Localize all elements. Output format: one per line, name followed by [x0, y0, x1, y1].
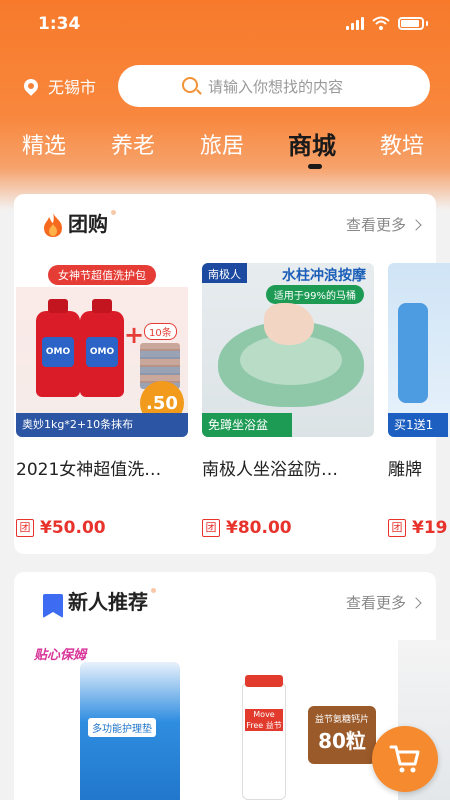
product-price: ¥50.00: [40, 518, 106, 538]
search-placeholder: 请输入你想找的内容: [208, 77, 344, 96]
new-user-product[interactable]: Move Free 益节 益节氨糖钙片 80粒: [238, 640, 398, 800]
product-image: 买1送1: [388, 263, 450, 437]
wifi-icon: [372, 16, 390, 30]
new-user-title: 新人推荐: [68, 586, 156, 615]
chevron-right-icon: [410, 596, 422, 609]
detergent-bottle: OMO: [36, 299, 80, 397]
group-badge: 团: [202, 519, 220, 537]
search-bar[interactable]: 请输入你想找的内容: [118, 65, 430, 107]
price-row: 团 ¥50.00: [16, 518, 188, 538]
tab-education[interactable]: 教培: [380, 128, 424, 160]
group-buy-more-link[interactable]: 查看更多: [345, 214, 422, 235]
chevron-right-icon: [410, 218, 422, 231]
product-price: ¥80.00: [226, 518, 292, 538]
battery-icon: [398, 16, 424, 30]
image-brand: 南极人: [202, 263, 247, 283]
tab-elderly-care[interactable]: 养老: [111, 128, 155, 160]
product-price: ¥19: [412, 518, 448, 538]
more-label: 查看更多: [345, 594, 406, 612]
jar-label: Move Free 益节: [245, 709, 283, 731]
image-banner: 女神节超值洗护包: [48, 265, 156, 285]
location-selector[interactable]: 无锡市: [21, 74, 97, 98]
price-row: 团 ¥80.00: [202, 518, 374, 538]
product-card[interactable]: 女神节超值洗护包 OMO OMO + 10条 .50 奥妙1kg*2+10条抹布…: [16, 263, 188, 538]
image-caption: 买1送1: [388, 413, 448, 437]
hand-illustration: [264, 303, 314, 345]
image-caption: 奥妙1kg*2+10条抹布: [16, 413, 188, 437]
tab-mall[interactable]: 商城: [288, 126, 336, 161]
detergent-bottle: OMO: [80, 299, 124, 397]
bookmark-icon: [43, 594, 63, 618]
new-user-product[interactable]: 贴心保姆 多功能护理垫: [34, 640, 180, 800]
brand-logo: 贴心保姆: [34, 648, 87, 663]
flame-icon: [44, 213, 62, 237]
image-headline: 水柱冲浪按摩: [282, 268, 366, 284]
product-image: 南极人 水柱冲浪按摩 适用于99%的马桶 免蹲坐浴盆: [202, 263, 374, 437]
product-name: 2021女神超值洗…: [16, 460, 162, 480]
group-buy-products: 女神节超值洗护包 OMO OMO + 10条 .50 奥妙1kg*2+10条抹布…: [16, 263, 450, 543]
group-badge: 团: [16, 519, 34, 537]
location-label: 无锡市: [48, 78, 97, 97]
status-bar: 1:34: [0, 0, 450, 52]
count-badge: 10条: [144, 323, 177, 340]
location-pin-icon: [21, 76, 41, 96]
image-caption: 免蹲坐浴盆: [202, 413, 292, 437]
supplement-jar: Move Free 益节: [242, 675, 286, 800]
tag-subtitle: 益节氨糖钙片: [314, 715, 369, 725]
status-icons: [346, 16, 428, 30]
group-badge: 团: [388, 519, 406, 537]
status-time: 1:34: [38, 14, 81, 34]
tab-active-indicator: [308, 164, 322, 169]
product-card[interactable]: 南极人 水柱冲浪按摩 适用于99%的马桶 免蹲坐浴盆 南极人坐浴盆防… 团 ¥8…: [202, 263, 374, 538]
new-user-more-link[interactable]: 查看更多: [345, 592, 422, 613]
image-subtitle: 适用于99%的马桶: [265, 285, 364, 304]
product-name: 雕牌: [388, 460, 422, 480]
battery-tip: [426, 20, 428, 26]
category-tabs: 精选 养老 旅居 商城 教培: [0, 124, 450, 169]
price-row: 团 ¥19: [388, 518, 450, 538]
tag-count: 80粒: [318, 729, 366, 753]
product-image: 女神节超值洗护包 OMO OMO + 10条 .50 奥妙1kg*2+10条抹布: [16, 263, 188, 437]
water-bottle: [398, 303, 428, 403]
tab-sojourn[interactable]: 旅居: [200, 128, 244, 160]
product-package: 多功能护理垫: [80, 662, 180, 800]
product-tag: 益节氨糖钙片 80粒: [308, 706, 376, 764]
more-label: 查看更多: [345, 216, 406, 234]
product-name: 南极人坐浴盆防…: [202, 460, 338, 480]
group-buy-title: 团购: [68, 208, 116, 237]
product-card[interactable]: 买1送1 雕牌 团 ¥19: [388, 263, 450, 538]
signal-icon: [346, 16, 364, 30]
search-icon: [182, 77, 198, 93]
cart-button[interactable]: [372, 726, 438, 792]
cart-icon: [389, 745, 420, 773]
tab-featured[interactable]: 精选: [22, 128, 66, 160]
package-label: 多功能护理垫: [88, 718, 156, 737]
